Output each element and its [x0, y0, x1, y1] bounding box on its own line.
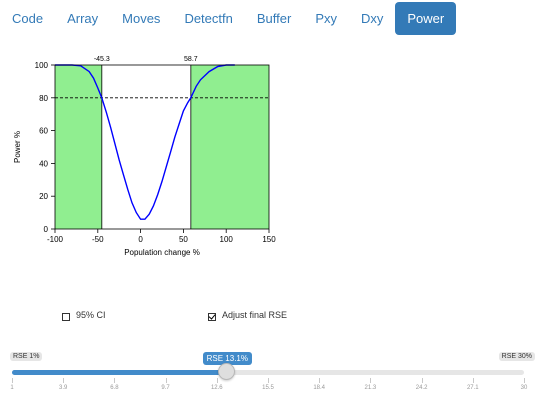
slider-tick-label: 30 — [520, 385, 528, 391]
slider-fill — [12, 370, 226, 375]
slider-tick-label: 21.3 — [364, 385, 377, 391]
y-tick-label: 0 — [44, 225, 49, 234]
slider-tick — [114, 378, 116, 383]
slider-tick — [472, 378, 474, 383]
slider-tick — [524, 378, 525, 383]
threshold-label: 58.7 — [184, 56, 198, 63]
ci-checkbox-label: 95% CI — [76, 310, 106, 320]
slider-tick — [319, 378, 321, 383]
x-tick-label: 0 — [138, 235, 143, 244]
slider-tick — [268, 378, 269, 383]
ci-checkbox[interactable] — [62, 313, 70, 321]
slider-tick-label: 12.6 — [210, 385, 223, 391]
slider-tick-label: 27.1 — [466, 385, 479, 391]
y-tick-label: 40 — [39, 159, 48, 168]
slider-tick — [421, 378, 423, 383]
y-tick-label: 60 — [39, 127, 48, 136]
tab-dxy[interactable]: Dxy — [349, 2, 395, 35]
low-power-region-right — [190, 65, 269, 229]
threshold-label: -45.3 — [94, 56, 110, 63]
adjust-rse-checkbox-row[interactable]: Adjust final RSE — [208, 310, 287, 321]
slider-tick — [63, 378, 65, 383]
x-tick-label: 100 — [220, 235, 234, 244]
slider-min-label: RSE 1% — [10, 352, 43, 361]
tab-moves[interactable]: Moves — [110, 2, 172, 35]
y-axis-label: Power % — [13, 131, 22, 163]
slider-handle[interactable] — [217, 363, 235, 380]
x-tick-label: 150 — [262, 235, 276, 244]
slider-tick-label: 18.4 — [313, 385, 326, 391]
x-tick-label: -100 — [47, 235, 64, 244]
slider-tick-label: 6.8 — [110, 385, 119, 391]
slider-tick — [12, 378, 13, 383]
power-chart: -45.3 58.7 0 20 40 60 80 100 -100 -50 0 50 100 150 Pop… — [13, 56, 276, 257]
tab-buffer[interactable]: Buffer — [245, 2, 303, 35]
x-tick-label: 50 — [179, 235, 188, 244]
tab-pxy[interactable]: Pxy — [303, 2, 349, 35]
y-tick-label: 100 — [35, 61, 49, 70]
tab-code[interactable]: Code — [0, 2, 55, 35]
slider-max-label: RSE 30% — [498, 352, 535, 361]
tab-power[interactable]: Power — [395, 2, 457, 35]
adjust-rse-checkbox[interactable] — [208, 313, 216, 321]
tab-detectfn[interactable]: Detectfn — [172, 2, 244, 35]
slider-tick — [165, 378, 167, 383]
ci-checkbox-row[interactable]: 95% CI — [62, 310, 106, 321]
rse-slider[interactable]: RSE 1% RSE 30% RSE 13.1% 1 3.9 6.8 9.7 12.6 1… — [0, 348, 549, 400]
low-power-region-left — [55, 65, 102, 229]
x-tick-label: -50 — [92, 235, 104, 244]
slider-tick — [216, 378, 218, 383]
slider-tick-label: 24.2 — [415, 385, 428, 391]
slider-tick-label: 3.9 — [59, 385, 68, 391]
slider-tick — [370, 378, 372, 383]
slider-tick-label: 15.5 — [262, 385, 274, 391]
adjust-rse-checkbox-label: Adjust final RSE — [222, 310, 288, 320]
y-tick-label: 80 — [39, 94, 48, 103]
x-axis-label: Population change % — [124, 248, 200, 257]
y-tick-label: 20 — [39, 192, 48, 201]
tab-array[interactable]: Array — [55, 2, 110, 35]
slider-tick-label: 1 — [10, 385, 14, 391]
tab-bar: Code Array Moves Detectfn Buffer Pxy Dxy… — [0, 2, 549, 35]
slider-tick-label: 9.7 — [161, 385, 170, 391]
